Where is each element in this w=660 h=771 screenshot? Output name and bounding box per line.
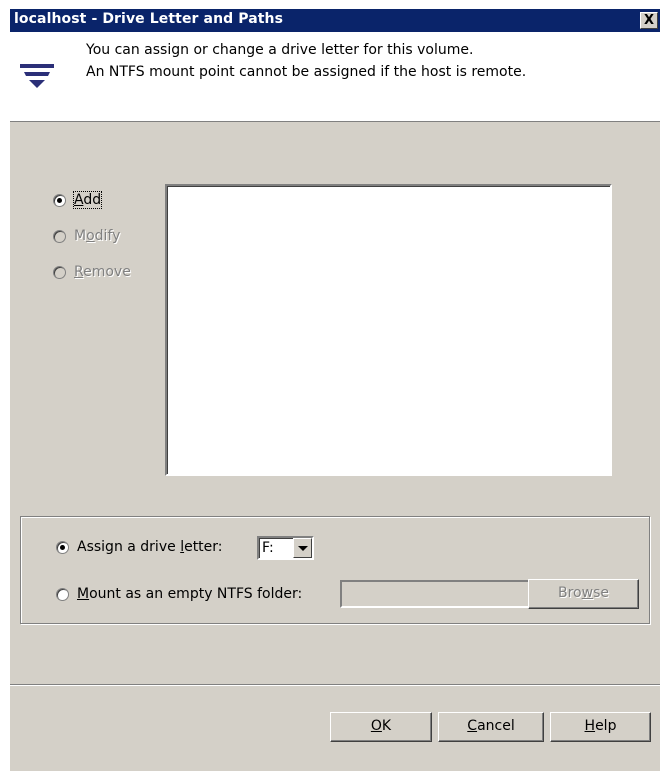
window-title: localhost - Drive Letter and Paths	[14, 11, 284, 27]
browse-button[interactable]: Browse	[528, 579, 639, 609]
title-bar[interactable]: localhost - Drive Letter and Paths X	[10, 9, 660, 32]
dialog-header: You can assign or change a drive letter …	[10, 32, 660, 122]
mount-folder-label: Mount as an empty NTFS folder:	[77, 586, 303, 602]
close-button[interactable]: X	[640, 12, 658, 29]
remove-label: Remove	[74, 264, 131, 280]
cancel-button[interactable]: Cancel	[438, 712, 544, 742]
assign-letter-label: Assign a drive letter:	[77, 539, 223, 555]
drive-paths-list[interactable]	[165, 184, 612, 476]
assign-letter-radio[interactable]	[56, 540, 69, 554]
drive-letter-dialog: localhost - Drive Letter and Paths X You…	[9, 9, 660, 771]
mount-folder-radio-option[interactable]: Mount as an empty NTFS folder:	[56, 586, 302, 602]
add-radio-option[interactable]: Add	[53, 191, 103, 209]
modify-radio[interactable]	[53, 229, 66, 243]
remove-radio[interactable]	[53, 265, 66, 279]
add-radio[interactable]	[53, 193, 66, 207]
add-label: Add	[72, 191, 103, 209]
folder-path-input[interactable]	[340, 580, 530, 608]
header-description-line-1: You can assign or change a drive letter …	[86, 42, 474, 58]
drive-letter-select[interactable]: F:	[257, 536, 314, 560]
help-button[interactable]: Help	[550, 712, 651, 742]
remove-radio-option[interactable]: Remove	[53, 264, 131, 280]
ok-button[interactable]: OK	[330, 712, 432, 742]
assign-letter-radio-option[interactable]: Assign a drive letter:	[56, 539, 223, 555]
veritas-logo-icon	[20, 64, 54, 88]
footer-separator	[10, 684, 660, 686]
mount-folder-radio[interactable]	[56, 587, 69, 601]
modify-label: Modify	[74, 228, 121, 244]
modify-radio-option[interactable]: Modify	[53, 228, 120, 244]
header-description-line-2: An NTFS mount point cannot be assigned i…	[86, 64, 527, 80]
drive-letter-value: F:	[262, 540, 274, 556]
chevron-down-icon[interactable]	[293, 538, 312, 558]
